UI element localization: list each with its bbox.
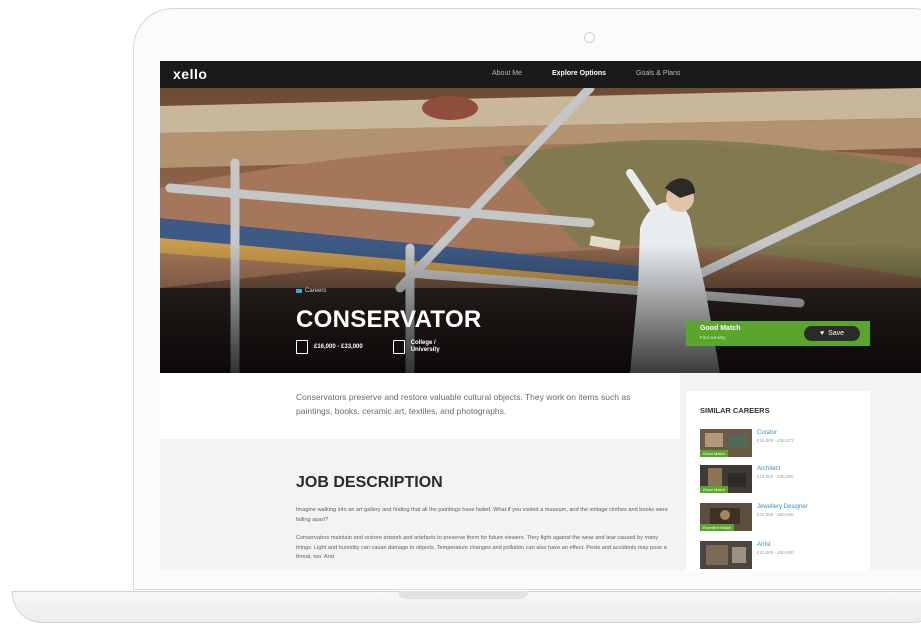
education-icon: [392, 340, 405, 354]
salary-icon: [296, 340, 308, 354]
intro-text: Conservators preserve and restore valuab…: [296, 392, 631, 416]
breadcrumb-careers[interactable]: Careers: [305, 288, 326, 294]
career-intro: Conservators preserve and restore valuab…: [160, 373, 680, 439]
career-salary: £16,000 - £35,000: [757, 474, 794, 479]
save-label: Save: [828, 330, 845, 337]
similar-careers-panel: SIMILAR CAREERS Good Match Curator £16,0…: [686, 391, 870, 570]
match-badge: Excellent Match: [700, 524, 735, 531]
xello-logo[interactable]: xello: [173, 66, 207, 82]
camera-icon: [584, 32, 595, 43]
career-thumbnail[interactable]: Excellent Match: [700, 503, 752, 531]
careers-icon: [296, 289, 302, 293]
top-navbar: xello About Me Explore Options Goals & P…: [160, 61, 921, 88]
career-meta: £16,000 - £33,000 College / University: [296, 340, 440, 354]
similar-career-item[interactable]: Good Match Curator £16,000 - £38,373: [700, 429, 865, 457]
match-why-link[interactable]: Find out why: [700, 335, 726, 340]
nav-explore-options[interactable]: Explore Options: [552, 70, 606, 77]
career-salary: £21,000 - £50,000: [757, 550, 794, 555]
job-description-heading: JOB DESCRIPTION: [296, 474, 443, 491]
match-bar: Good Match Find out why ♥ Save: [686, 321, 870, 346]
nav-about-me[interactable]: About Me: [492, 70, 522, 77]
nav-goals-plans[interactable]: Goals & Plans: [636, 70, 680, 77]
match-label: Good Match: [700, 325, 741, 332]
laptop-notch: [398, 591, 528, 599]
education-level: College / University: [410, 340, 440, 353]
career-thumbnail[interactable]: Good Match: [700, 429, 752, 457]
career-name-link[interactable]: Jewellery Designer: [757, 504, 808, 510]
match-badge: Good Match: [700, 450, 728, 457]
career-thumbnail[interactable]: [700, 541, 752, 569]
similar-career-item[interactable]: Excellent Match Jewellery Designer £21,6…: [700, 503, 865, 531]
career-name-link[interactable]: Curator: [757, 430, 777, 436]
similar-careers-heading: SIMILAR CAREERS: [700, 406, 770, 415]
career-name-link[interactable]: Artist: [757, 542, 771, 548]
career-salary: £16,000 - £38,373: [757, 438, 794, 443]
salary-range: £16,000 - £33,000: [314, 344, 363, 350]
similar-career-item[interactable]: Artist £21,000 - £50,000: [700, 541, 865, 569]
career-salary: £21,690 - £50,000: [757, 512, 794, 517]
screen: xello About Me Explore Options Goals & P…: [160, 61, 921, 570]
match-badge: Good Match: [700, 486, 728, 493]
job-paragraph: Conservators maintain and restore artwor…: [296, 535, 667, 561]
breadcrumb[interactable]: Careers: [296, 288, 326, 294]
heart-icon: ♥: [819, 330, 825, 337]
similar-career-item[interactable]: Good Match Architect £16,000 - £35,000: [700, 465, 865, 493]
job-paragraph: Imagine walking into an art gallery and …: [296, 507, 668, 523]
save-button[interactable]: ♥ Save: [804, 326, 860, 341]
career-title: CONSERVATOR: [296, 306, 482, 333]
career-thumbnail[interactable]: Good Match: [700, 465, 752, 493]
career-name-link[interactable]: Architect: [757, 466, 780, 472]
